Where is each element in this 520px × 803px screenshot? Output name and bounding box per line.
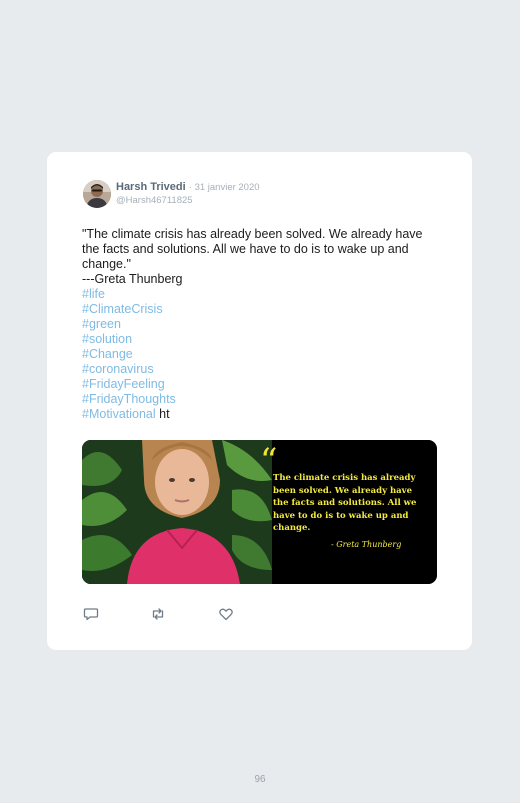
reply-icon[interactable]	[83, 606, 99, 622]
image-quote-author: - Greta Thunberg	[331, 540, 402, 549]
heart-icon[interactable]	[218, 606, 234, 622]
hashtag-link[interactable]: #green	[82, 317, 442, 332]
tweet-media-image[interactable]: “ The climate crisis has already been so…	[82, 440, 437, 584]
hashtag-link[interactable]: #FridayThoughts	[82, 392, 442, 407]
tweet-attribution: ---Greta Thunberg	[82, 272, 183, 286]
hashtag-link[interactable]: #ClimateCrisis	[82, 302, 442, 317]
hashtag-link[interactable]: #coronavirus	[82, 362, 442, 377]
author-name-line: Harsh Trivedi · 31 janvier 2020	[116, 181, 260, 193]
last-line: #Motivational ht	[82, 407, 442, 422]
trailing-text: ht	[155, 407, 170, 421]
avatar[interactable]	[83, 180, 111, 208]
page-number: 96	[254, 774, 266, 785]
image-quote-text: The climate crisis has already been solv…	[273, 473, 417, 533]
hashtag-link[interactable]: #life	[82, 287, 442, 302]
tweet-quote-text: "The climate crisis has already been sol…	[82, 227, 423, 271]
hashtag-link[interactable]: #Motivational	[82, 407, 156, 421]
hashtag-link[interactable]: #solution	[82, 332, 442, 347]
author-handle[interactable]: @Harsh46711825	[116, 195, 193, 206]
tweet-text: "The climate crisis has already been sol…	[82, 227, 442, 422]
hashtag-link[interactable]: #FridayFeeling	[82, 377, 442, 392]
author-name[interactable]: Harsh Trivedi	[116, 181, 186, 193]
retweet-icon[interactable]	[150, 606, 166, 622]
tweet-card: Harsh Trivedi · 31 janvier 2020 @Harsh46…	[47, 152, 472, 650]
hashtag-link[interactable]: #Change	[82, 347, 442, 362]
tweet-date[interactable]: · 31 janvier 2020	[189, 182, 260, 193]
